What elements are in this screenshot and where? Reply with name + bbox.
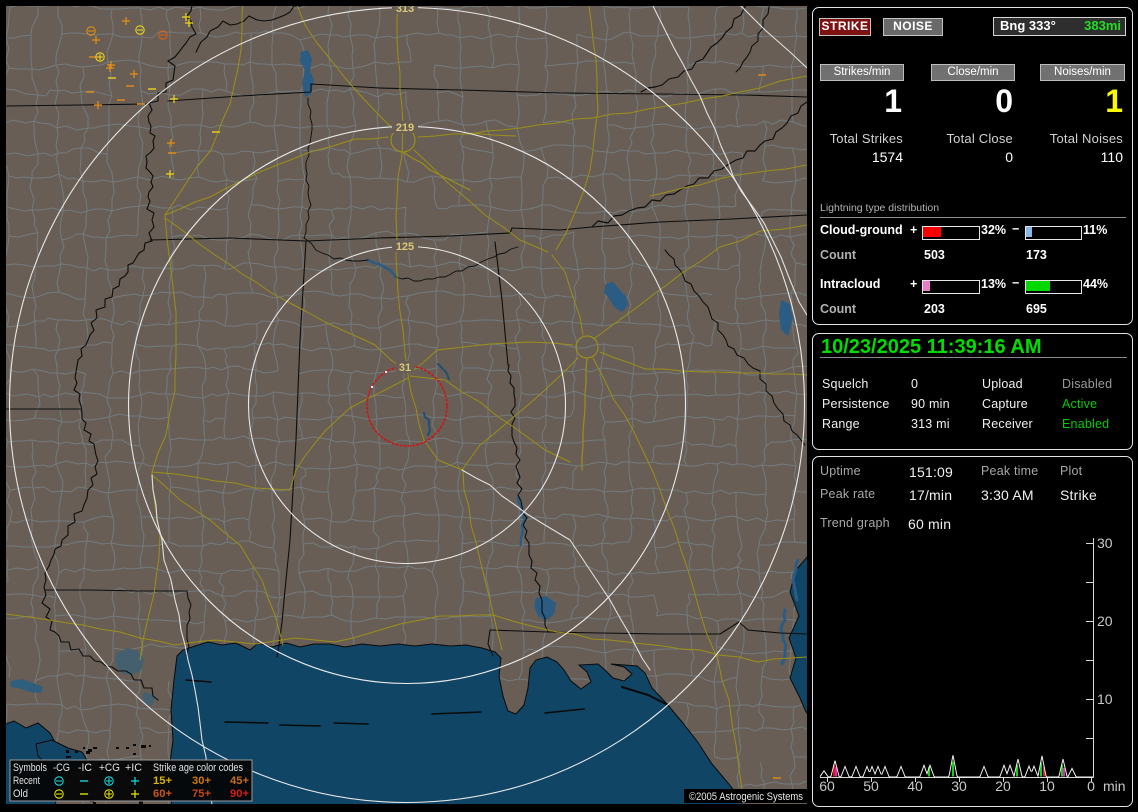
svg-text:Recent: Recent [13,775,40,787]
svg-text:-IC: -IC [78,762,92,774]
svg-text:+CG: +CG [99,762,120,774]
svg-text:Old: Old [13,788,28,800]
svg-text:30+: 30+ [192,775,211,787]
svg-text:Strike age color codes: Strike age color codes [153,762,243,774]
svg-text:90+: 90+ [230,788,249,800]
svg-text:125: 125 [396,241,414,253]
svg-text:©2005 Astrogenic Systems: ©2005 Astrogenic Systems [689,791,803,803]
svg-text:15+: 15+ [153,775,172,787]
svg-text:45+: 45+ [230,775,249,787]
svg-text:75+: 75+ [192,788,211,800]
svg-text:60+: 60+ [153,788,172,800]
svg-text:Symbols: Symbols [13,762,47,774]
svg-text:+IC: +IC [125,762,142,774]
svg-text:31: 31 [399,362,411,374]
svg-text:219: 219 [396,122,414,134]
svg-text:-CG: -CG [53,762,70,774]
